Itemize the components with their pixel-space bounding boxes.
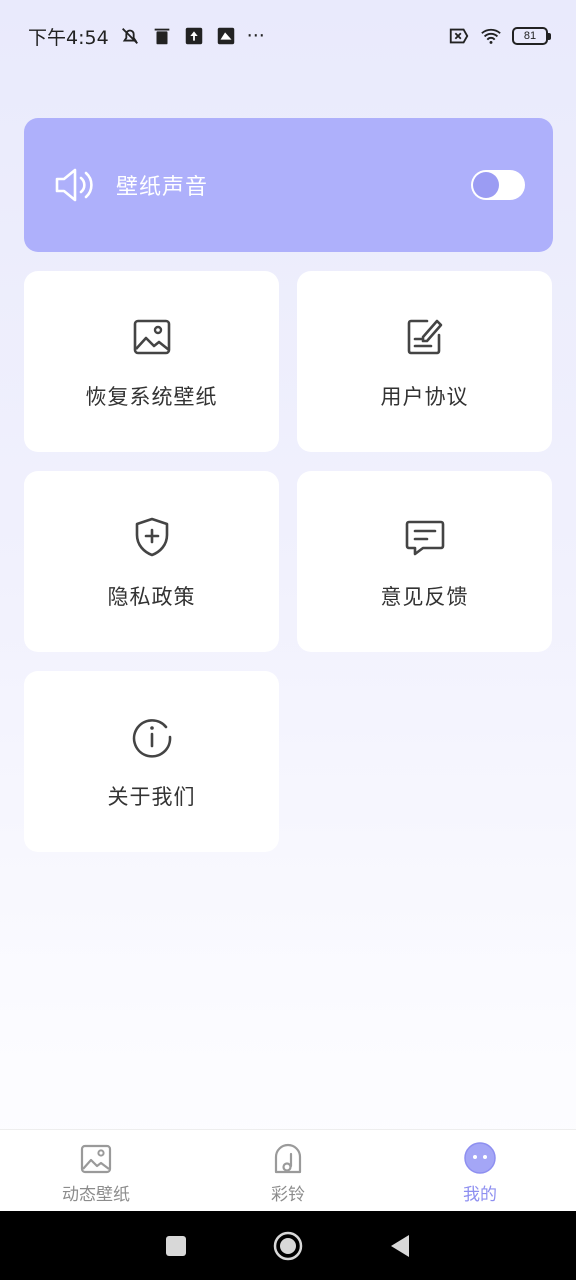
nav-ringtone[interactable]: 彩铃	[192, 1130, 384, 1211]
status-time: 下午4:54	[28, 26, 109, 49]
status-bar: 下午4:54 ··· 81	[0, 0, 576, 72]
nav-live-wallpaper[interactable]: 动态壁纸	[0, 1130, 192, 1211]
about-us-label: 关于我们	[107, 785, 196, 809]
feedback-tile[interactable]: 意见反馈	[297, 471, 552, 652]
restore-wallpaper-tile[interactable]: 恢复系统壁纸	[24, 271, 279, 452]
feedback-label: 意见反馈	[380, 585, 469, 609]
user-agreement-tile[interactable]: 用户协议	[297, 271, 552, 452]
square-icon[interactable]	[161, 1231, 191, 1261]
edit-document-icon	[407, 319, 442, 355]
nav-ringtone-label: 彩铃	[271, 1185, 305, 1205]
toggle-knob	[473, 172, 499, 198]
shield-plus-icon	[135, 517, 168, 557]
back-triangle-icon[interactable]	[385, 1231, 415, 1261]
user-agreement-label: 用户协议	[380, 385, 469, 409]
privacy-policy-tile[interactable]: 隐私政策	[24, 471, 279, 652]
mute-icon	[121, 28, 138, 44]
bottom-nav: 动态壁纸 彩铃 我的	[0, 1129, 576, 1211]
nav-mine-label: 我的	[463, 1185, 497, 1205]
message-icon	[405, 520, 444, 556]
screen-icon	[217, 27, 234, 45]
info-icon	[132, 719, 171, 758]
wallpaper-sound-toggle[interactable]	[471, 170, 525, 200]
no-sim-icon	[449, 28, 469, 44]
image-icon	[133, 319, 170, 355]
battery-level: 81	[523, 30, 537, 42]
speaker-icon	[55, 168, 93, 202]
face-icon	[464, 1142, 496, 1174]
privacy-policy-label: 隐私政策	[107, 585, 196, 609]
trash-icon	[154, 28, 170, 45]
image-icon	[80, 1144, 112, 1174]
home-circle-icon[interactable]	[273, 1231, 303, 1261]
bell-icon	[274, 1143, 302, 1174]
wallpaper-sound-card: 壁纸声音	[24, 118, 553, 252]
nav-mine[interactable]: 我的	[384, 1130, 576, 1211]
nav-live-wallpaper-label: 动态壁纸	[62, 1185, 130, 1205]
restore-wallpaper-label: 恢复系统壁纸	[85, 385, 218, 409]
status-left: 下午4:54 ···	[28, 23, 265, 50]
upload-icon	[185, 27, 202, 45]
wifi-icon	[481, 28, 501, 44]
wallpaper-sound-label: 壁纸声音	[116, 175, 209, 200]
about-us-tile[interactable]: 关于我们	[24, 671, 279, 852]
status-more: ···	[246, 25, 265, 47]
battery-icon: 81	[512, 27, 551, 45]
status-right: 81	[448, 25, 551, 47]
system-nav-bar	[0, 1211, 576, 1280]
